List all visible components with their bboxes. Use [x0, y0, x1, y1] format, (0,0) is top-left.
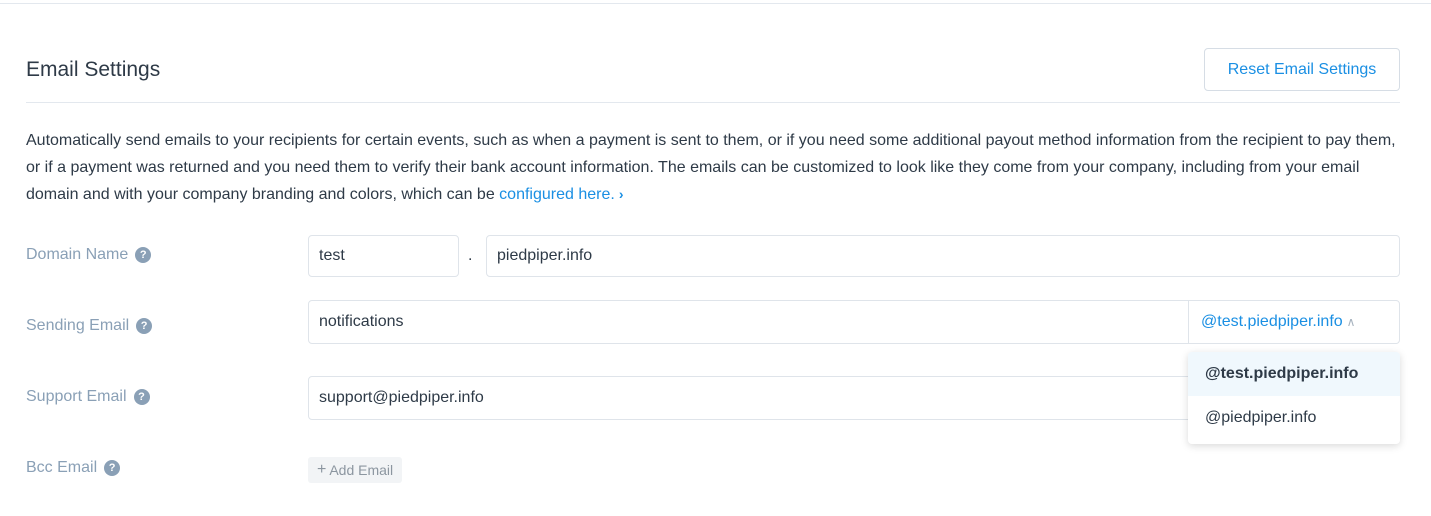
configured-here-link-label: configured here. — [499, 186, 615, 203]
dropdown-option-piedpiper[interactable]: @piedpiper.info — [1188, 396, 1400, 440]
description-text: Automatically send emails to your recipi… — [26, 127, 1406, 208]
plus-icon: + — [317, 461, 327, 478]
add-email-label: Add Email — [329, 462, 394, 478]
description-body: Automatically send emails to your recipi… — [26, 132, 1396, 203]
bcc-email-label-text: Bcc Email — [26, 459, 98, 476]
subdomain-input[interactable]: test — [308, 235, 459, 277]
sending-email-label-text: Sending Email — [26, 317, 130, 334]
domain-input[interactable]: piedpiper.info — [486, 235, 1400, 277]
support-email-value: support@piedpiper.info — [319, 389, 484, 406]
caret-up-icon: ∧ — [1346, 315, 1356, 329]
help-circle-icon[interactable]: ? — [136, 318, 153, 334]
chevron-right-icon: › — [618, 186, 624, 202]
help-circle-icon[interactable]: ? — [135, 247, 152, 263]
domain-suffix-dropdown: @test.piedpiper.info @piedpiper.info — [1188, 352, 1400, 444]
selected-domain-suffix: @test.piedpiper.info — [1201, 313, 1343, 330]
domain-name-label-text: Domain Name — [26, 246, 129, 263]
top-divider — [0, 0, 1431, 4]
sending-email-local-value: notifications — [319, 313, 404, 330]
domain-value: piedpiper.info — [497, 247, 593, 264]
help-circle-icon[interactable]: ? — [133, 389, 150, 405]
section-header: Email Settings Reset Email Settings — [26, 46, 1400, 103]
subdomain-value: test — [319, 247, 345, 264]
bcc-email-label: Bcc Email ? — [26, 459, 121, 477]
sending-email-domain-select[interactable]: @test.piedpiper.info ∧ — [1188, 300, 1400, 344]
support-email-label-text: Support Email — [26, 388, 127, 405]
configured-here-link[interactable]: configured here. › — [499, 186, 623, 203]
sending-email-local-input[interactable]: notifications — [308, 300, 1189, 344]
reset-email-settings-button[interactable]: Reset Email Settings — [1204, 48, 1400, 91]
dropdown-option-test-piedpiper[interactable]: @test.piedpiper.info — [1188, 352, 1400, 396]
help-circle-icon[interactable]: ? — [104, 460, 121, 476]
domain-separator: . — [468, 247, 473, 264]
page-title: Email Settings — [26, 58, 161, 81]
sending-email-label: Sending Email ? — [26, 317, 153, 335]
domain-name-label: Domain Name ? — [26, 246, 152, 264]
support-email-label: Support Email ? — [26, 388, 150, 406]
add-bcc-email-button[interactable]: + Add Email — [308, 457, 403, 483]
email-settings-page: Email Settings Reset Email Settings Auto… — [0, 0, 1431, 516]
